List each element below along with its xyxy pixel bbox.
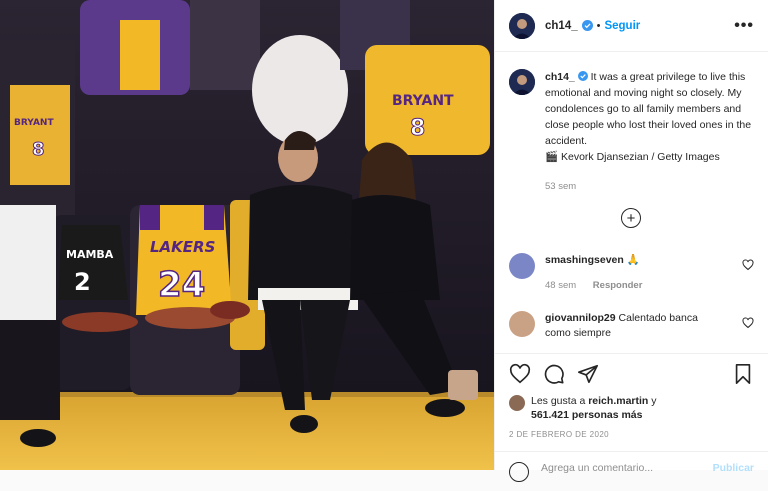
jersey-mamba-number: 2 bbox=[74, 268, 91, 296]
caption-avatar[interactable] bbox=[509, 69, 535, 95]
jersey-lakers-number: 24 bbox=[158, 265, 205, 305]
post-caption: ch14_ It was a great privilege to live t… bbox=[495, 53, 768, 195]
emoji-picker-icon[interactable] bbox=[509, 462, 529, 482]
caption-text-block: ch14_ It was a great privilege to live t… bbox=[545, 69, 754, 195]
jersey-lakers-brand: LAKERS bbox=[150, 238, 215, 256]
caption-verified-icon bbox=[577, 71, 588, 83]
caption-time[interactable]: 53 sem bbox=[545, 179, 754, 195]
comment-input[interactable] bbox=[541, 462, 691, 474]
caption-text: It was a great privilege to live this em… bbox=[545, 71, 752, 147]
jersey-mamba-name: MAMBA bbox=[66, 248, 114, 261]
jersey-bryant-back-number: 8 bbox=[410, 116, 425, 141]
liker-username[interactable]: reich.martin bbox=[588, 395, 648, 407]
likes-count[interactable]: 561.421 personas más bbox=[531, 409, 643, 421]
comment-time[interactable]: 48 sem bbox=[545, 280, 576, 291]
author-username[interactable]: ch14_ bbox=[545, 20, 578, 32]
like-comment-heart-icon[interactable] bbox=[742, 317, 754, 329]
more-options-icon[interactable]: ••• bbox=[734, 17, 754, 35]
post-modal: MAMBA 2 LAKERS 24 BRYANT 8 BRYANT 8 ch14… bbox=[0, 0, 768, 482]
comment-avatar[interactable] bbox=[509, 253, 535, 279]
jersey-bryant-back-name: BRYANT bbox=[392, 93, 454, 109]
follow-button[interactable]: Seguir bbox=[604, 20, 640, 32]
likes-prefix: Les gusta a bbox=[531, 395, 586, 407]
avatar-image bbox=[509, 12, 535, 39]
post-side-panel: ch14_ • Seguir ••• ch14_ It was a great … bbox=[494, 0, 768, 482]
save-bookmark-icon[interactable] bbox=[732, 363, 754, 385]
avatar-image bbox=[509, 69, 535, 95]
comment-emoji: 🙏 bbox=[626, 254, 640, 266]
caption-username[interactable]: ch14_ bbox=[545, 71, 575, 83]
add-comment-bar: Publicar bbox=[495, 451, 768, 491]
like-comment-heart-icon[interactable] bbox=[742, 259, 754, 271]
jersey-bryant-left-number: 8 bbox=[32, 139, 45, 160]
author-avatar[interactable] bbox=[509, 12, 535, 39]
load-more-comments-icon[interactable]: + bbox=[621, 208, 641, 228]
separator-dot: • bbox=[596, 19, 601, 32]
likes-text: Les gusta a reich.martin y 561.421 perso… bbox=[531, 394, 657, 422]
comment-username[interactable]: smashingseven bbox=[545, 254, 624, 266]
courtside-photo: MAMBA 2 LAKERS 24 BRYANT 8 BRYANT 8 bbox=[0, 0, 494, 470]
publish-button[interactable]: Publicar bbox=[713, 462, 754, 474]
action-icons bbox=[509, 362, 754, 386]
like-heart-icon[interactable] bbox=[509, 363, 531, 385]
comment-item: smashingseven 🙏 48 sem Responder bbox=[509, 253, 754, 293]
comment-bubble-icon[interactable] bbox=[543, 363, 565, 385]
comment-body: giovannilop29 Calentado banca como siemp… bbox=[545, 311, 725, 341]
post-header: ch14_ • Seguir ••• bbox=[495, 0, 768, 52]
liker-avatar[interactable] bbox=[509, 395, 525, 411]
likes-joiner: y bbox=[651, 395, 657, 407]
verified-badge-icon bbox=[581, 20, 593, 31]
caption-credit: Kevork Djansezian / Getty Images bbox=[561, 151, 720, 163]
jersey-bryant-left-name: BRYANT bbox=[14, 118, 54, 128]
comment-meta: 48 sem Responder bbox=[545, 278, 725, 293]
likes-summary: Les gusta a reich.martin y 561.421 perso… bbox=[509, 394, 754, 422]
post-date[interactable]: 2 de febrero de 2020 bbox=[509, 430, 754, 439]
comment-item: giovannilop29 Calentado banca como siemp… bbox=[509, 311, 754, 341]
share-paper-plane-icon[interactable] bbox=[577, 363, 599, 385]
clapper-icon: 🎬 bbox=[545, 151, 559, 163]
comments-list[interactable]: ch14_ It was a great privilege to live t… bbox=[495, 53, 768, 353]
comment-body: smashingseven 🙏 48 sem Responder bbox=[545, 253, 725, 293]
reply-button[interactable]: Responder bbox=[593, 280, 643, 291]
post-actions: Les gusta a reich.martin y 561.421 perso… bbox=[495, 353, 768, 439]
post-photo[interactable]: MAMBA 2 LAKERS 24 BRYANT 8 BRYANT 8 bbox=[0, 0, 494, 470]
comment-avatar[interactable] bbox=[509, 311, 535, 337]
comment-username[interactable]: giovannilop29 bbox=[545, 312, 616, 324]
